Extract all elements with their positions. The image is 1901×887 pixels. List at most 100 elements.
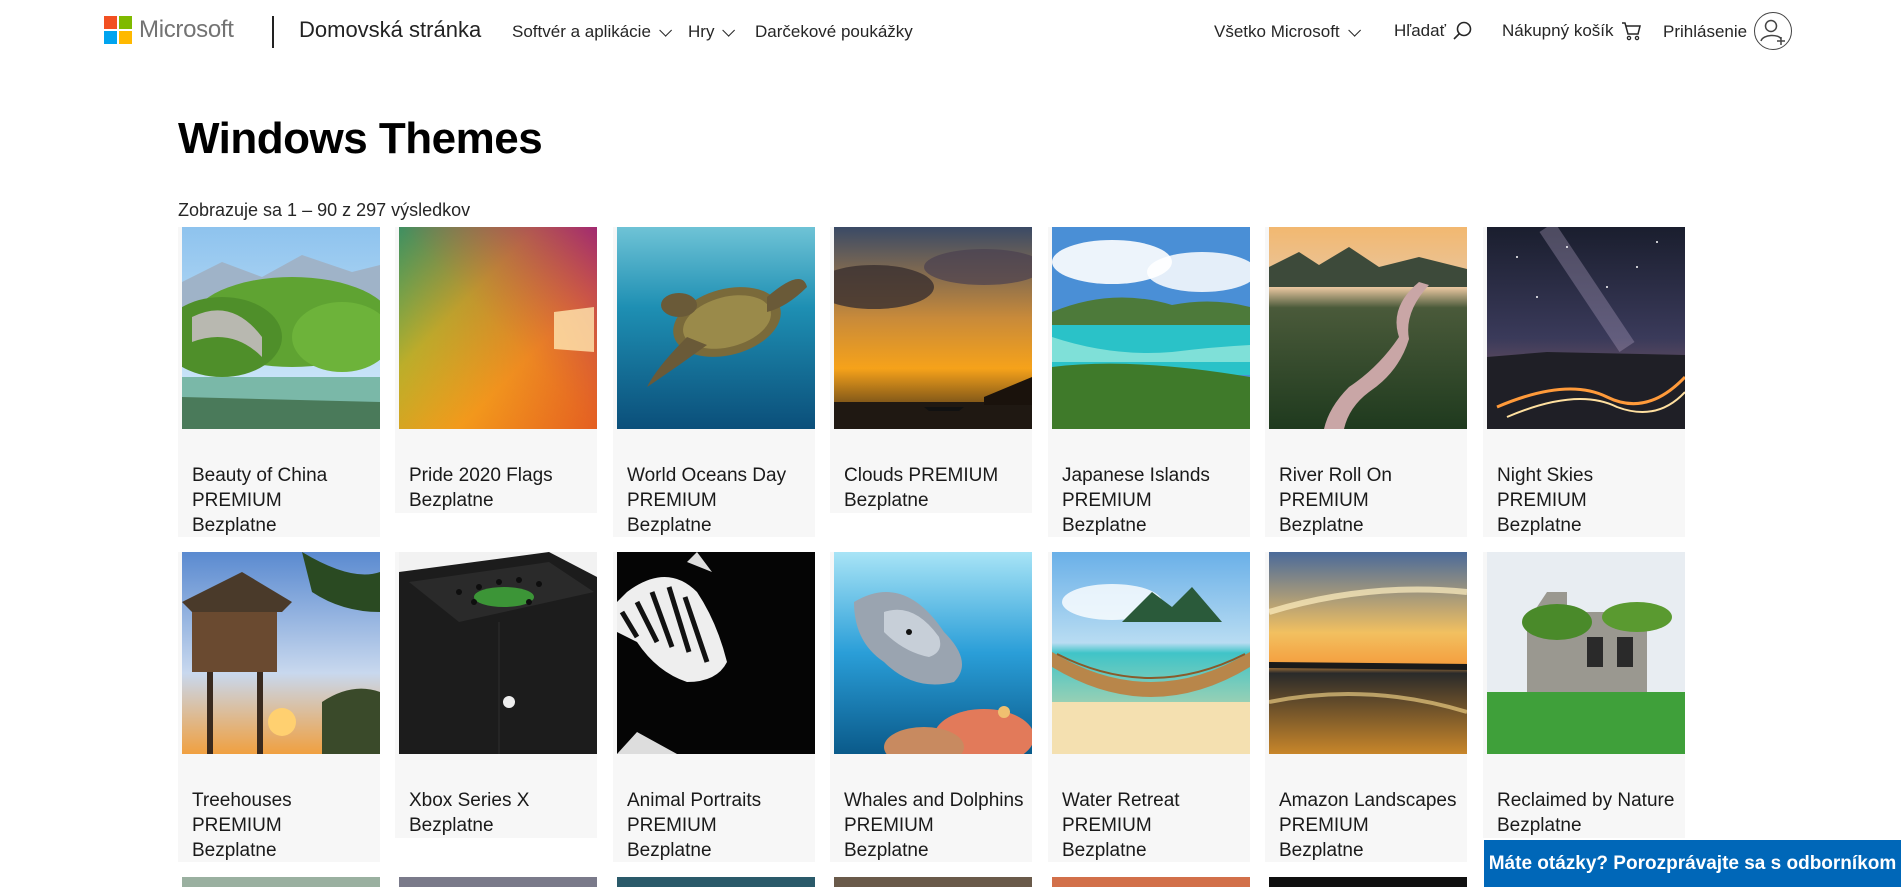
- header-divider: [272, 16, 274, 48]
- product-card[interactable]: Clouds PREMIUM Bezplatne: [830, 227, 1032, 513]
- product-thumbnail: [399, 227, 597, 429]
- chevron-down-icon: [722, 23, 736, 37]
- product-title: Treehouses PREMIUM Bezplatne: [192, 788, 380, 863]
- nav-label: Hry: [688, 22, 715, 41]
- home-link[interactable]: Domovská stránka: [299, 17, 481, 43]
- all-microsoft-label: Všetko Microsoft: [1214, 22, 1340, 41]
- product-card[interactable]: Night Skies PREMIUM Bezplatne: [1483, 227, 1685, 537]
- all-microsoft-menu[interactable]: Všetko Microsoft: [1214, 22, 1361, 42]
- product-title: Japanese Islands PREMIUM Bezplatne: [1062, 463, 1250, 538]
- product-price: Bezplatne: [844, 490, 929, 511]
- chat-with-expert-button[interactable]: Máte otázky? Porozprávajte sa s odborník…: [1484, 840, 1901, 887]
- product-price: Bezplatne: [1279, 840, 1364, 861]
- microsoft-logo[interactable]: Microsoft: [104, 16, 234, 44]
- search-label: Hľadať: [1394, 21, 1446, 40]
- product-thumbnail: [1487, 227, 1685, 429]
- product-card[interactable]: Water Retreat PREMIUM Bezplatne: [1048, 552, 1250, 862]
- cart-button[interactable]: Nákupný košík: [1502, 20, 1642, 42]
- product-card[interactable]: Pride 2020 Flags Bezplatne: [395, 227, 597, 513]
- product-name: Whales and Dolphins PREMIUM: [844, 790, 1024, 836]
- product-name: Night Skies PREMIUM: [1497, 465, 1594, 511]
- product-thumbnail: [1052, 227, 1250, 429]
- signin-label: Prihlásenie: [1663, 22, 1748, 41]
- product-name: Beauty of China PREMIUM: [192, 465, 328, 511]
- product-card[interactable]: Treehouses PREMIUM Bezplatne: [178, 552, 380, 862]
- nav-software-apps[interactable]: Softvér a aplikácie: [512, 22, 672, 42]
- results-count: Zobrazuje sa 1 – 90 z 297 výsledkov: [178, 200, 471, 220]
- product-name: Japanese Islands PREMIUM: [1062, 465, 1210, 511]
- product-price: Bezplatne: [409, 490, 494, 511]
- next-row-thumbnail[interactable]: [834, 877, 1032, 887]
- product-price: Bezplatne: [409, 815, 494, 836]
- product-price: Bezplatne: [1062, 515, 1147, 536]
- product-price: Bezplatne: [1062, 840, 1147, 861]
- product-thumbnail: [1052, 552, 1250, 754]
- product-title: World Oceans Day PREMIUM Bezplatne: [627, 463, 815, 538]
- next-row-thumbnail[interactable]: [1269, 877, 1467, 887]
- product-card[interactable]: Beauty of China PREMIUM Bezplatne: [178, 227, 380, 537]
- product-title: River Roll On PREMIUM Bezplatne: [1279, 463, 1467, 538]
- next-row-thumbnail[interactable]: [1052, 877, 1250, 887]
- product-title: Night Skies PREMIUM Bezplatne: [1497, 463, 1685, 538]
- product-title: Water Retreat PREMIUM Bezplatne: [1062, 788, 1250, 863]
- site-header: Microsoft Domovská stránka Softvér a apl…: [0, 0, 1901, 64]
- product-thumbnail: [1487, 552, 1685, 754]
- product-card[interactable]: Animal Portraits PREMIUM Bezplatne: [613, 552, 815, 862]
- product-card[interactable]: World Oceans Day PREMIUM Bezplatne: [613, 227, 815, 537]
- product-thumbnail: [617, 227, 815, 429]
- nav-games[interactable]: Hry: [688, 22, 736, 42]
- chevron-down-icon: [659, 23, 672, 37]
- product-title: Beauty of China PREMIUM Bezplatne: [192, 463, 380, 538]
- product-price: Bezplatne: [1497, 815, 1582, 836]
- product-title: Clouds PREMIUM Bezplatne: [844, 463, 1032, 513]
- product-thumbnail: [1269, 552, 1467, 754]
- product-title: Pride 2020 Flags Bezplatne: [409, 463, 597, 513]
- product-card[interactable]: Japanese Islands PREMIUM Bezplatne: [1048, 227, 1250, 537]
- product-thumbnail: [399, 552, 597, 754]
- product-card[interactable]: Reclaimed by Nature Bezplatne: [1483, 552, 1685, 838]
- product-thumbnail: [617, 552, 815, 754]
- product-thumbnail: [834, 552, 1032, 754]
- product-card[interactable]: Xbox Series X Bezplatne: [395, 552, 597, 838]
- search-button[interactable]: Hľadať: [1394, 20, 1474, 42]
- product-title: Xbox Series X Bezplatne: [409, 788, 597, 838]
- product-name: Treehouses PREMIUM: [192, 790, 292, 836]
- product-card[interactable]: River Roll On PREMIUM Bezplatne: [1265, 227, 1467, 537]
- product-name: Amazon Landscapes PREMIUM: [1279, 790, 1457, 836]
- product-price: Bezplatne: [627, 840, 712, 861]
- product-title: Reclaimed by Nature Bezplatne: [1497, 788, 1685, 838]
- product-thumbnail: [834, 227, 1032, 429]
- user-icon: [1760, 19, 1785, 45]
- product-price: Bezplatne: [192, 515, 277, 536]
- product-card[interactable]: Amazon Landscapes PREMIUM Bezplatne: [1265, 552, 1467, 862]
- product-name: Clouds PREMIUM: [844, 465, 999, 486]
- product-price: Bezplatne: [192, 840, 277, 861]
- brand-name: Microsoft: [139, 16, 234, 43]
- product-thumbnail: [182, 227, 380, 429]
- next-row-thumbnail[interactable]: [182, 877, 380, 887]
- product-name: World Oceans Day PREMIUM: [627, 465, 787, 511]
- product-price: Bezplatne: [1497, 515, 1582, 536]
- page-title: Windows Themes: [178, 114, 543, 163]
- product-thumbnail: [182, 552, 380, 754]
- next-row-thumbnail[interactable]: [399, 877, 597, 887]
- next-row-thumbnail[interactable]: [617, 877, 815, 887]
- product-name: River Roll On PREMIUM: [1279, 465, 1392, 511]
- product-price: Bezplatne: [1279, 515, 1364, 536]
- product-name: Water Retreat PREMIUM: [1062, 790, 1180, 836]
- product-thumbnail: [1269, 227, 1467, 429]
- product-name: Reclaimed by Nature: [1497, 790, 1675, 811]
- cart-label: Nákupný košík: [1502, 21, 1614, 40]
- microsoft-logo-icon: [104, 16, 132, 44]
- product-card[interactable]: Whales and Dolphins PREMIUM Bezplatne: [830, 552, 1032, 862]
- product-title: Amazon Landscapes PREMIUM Bezplatne: [1279, 788, 1467, 863]
- signin-link[interactable]: Prihlásenie: [1663, 22, 1747, 42]
- account-avatar-icon[interactable]: [1754, 12, 1792, 50]
- search-icon: [1453, 21, 1472, 40]
- product-price: Bezplatne: [627, 515, 712, 536]
- nav-label: Darčekové poukážky: [755, 22, 913, 41]
- shopping-cart-icon: [1621, 22, 1641, 41]
- product-price: Bezplatne: [844, 840, 929, 861]
- product-name: Pride 2020 Flags: [409, 465, 553, 486]
- nav-gift-cards[interactable]: Darčekové poukážky: [755, 22, 913, 42]
